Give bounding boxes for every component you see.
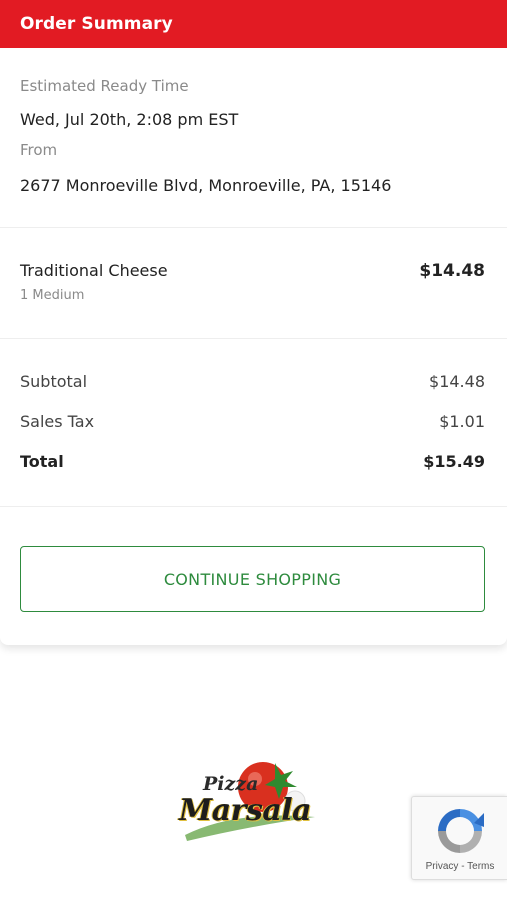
continue-shopping-button[interactable]: CONTINUE SHOPPING bbox=[20, 546, 485, 612]
item-name: Traditional Cheese bbox=[20, 261, 168, 280]
item-size: 1 Medium bbox=[20, 288, 85, 303]
sales-tax-label: Sales Tax bbox=[20, 412, 95, 431]
total-row: Total $15.49 bbox=[20, 451, 485, 491]
page: Order Summary Estimated Ready Time Wed, … bbox=[0, 0, 507, 900]
subtotal-row: Subtotal $14.48 bbox=[20, 371, 485, 411]
list-item: Traditional Cheese 1 Medium $14.48 bbox=[0, 228, 507, 339]
logo-text-bottom: Marsala bbox=[179, 793, 312, 828]
pizza-marsala-logo: Pizza Marsala bbox=[175, 755, 325, 850]
order-info-section: Estimated Ready Time Wed, Jul 20th, 2:08… bbox=[0, 48, 507, 228]
logo-text-top: Pizza bbox=[203, 773, 259, 795]
sales-tax-row: Sales Tax $1.01 bbox=[20, 411, 485, 451]
page-title: Order Summary bbox=[20, 14, 173, 34]
order-summary-card: Order Summary Estimated Ready Time Wed, … bbox=[0, 0, 507, 645]
subtotal-value: $14.48 bbox=[429, 372, 485, 391]
from-label: From bbox=[20, 141, 58, 159]
total-value: $15.49 bbox=[423, 452, 485, 471]
ready-time-value: Wed, Jul 20th, 2:08 pm EST bbox=[20, 110, 239, 129]
recaptcha-badge[interactable]: Privacy - Terms bbox=[411, 796, 507, 880]
store-address: 2677 Monroeville Blvd, Monroeville, PA, … bbox=[20, 176, 392, 195]
total-label: Total bbox=[20, 452, 64, 471]
actions-section: CONTINUE SHOPPING bbox=[0, 507, 507, 612]
totals-section: Subtotal $14.48 Sales Tax $1.01 Total $1… bbox=[0, 339, 507, 507]
sales-tax-value: $1.01 bbox=[439, 412, 485, 431]
recaptcha-icon bbox=[438, 809, 484, 853]
subtotal-label: Subtotal bbox=[20, 372, 88, 391]
header-bar: Order Summary bbox=[0, 0, 507, 48]
ready-time-label: Estimated Ready Time bbox=[20, 77, 189, 95]
item-price: $14.48 bbox=[419, 261, 485, 281]
recaptcha-links[interactable]: Privacy - Terms bbox=[412, 861, 507, 872]
